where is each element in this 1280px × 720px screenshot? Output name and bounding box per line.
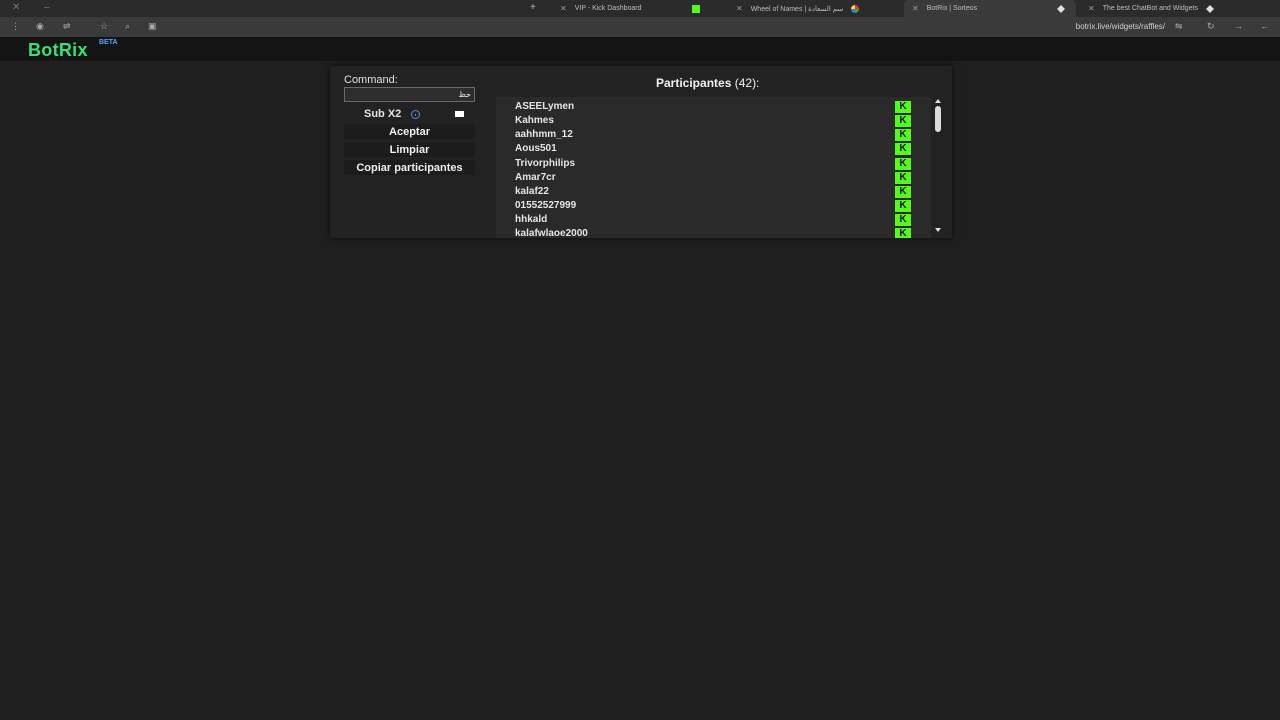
- list-item: Trivorphilips K: [496, 157, 916, 171]
- kick-icon: K: [895, 157, 911, 170]
- close-tab-icon[interactable]: ✕: [1088, 4, 1095, 13]
- botrix-icon: [1206, 4, 1215, 13]
- kick-icon: K: [895, 185, 911, 198]
- kick-icon: [691, 4, 700, 13]
- kick-icon: K: [895, 214, 911, 227]
- tune-icon[interactable]: ⇋: [1175, 21, 1183, 32]
- star-icon[interactable]: ☆: [100, 21, 108, 32]
- list-item: aahhmm_12 K: [496, 128, 916, 142]
- forward-icon[interactable]: →: [1234, 21, 1243, 31]
- kick-icon: K: [895, 143, 911, 156]
- sub-x2-label: Sub X2: [364, 108, 402, 120]
- close-window-icon[interactable]: ✕: [12, 2, 20, 13]
- participant-name: hhkald: [515, 214, 548, 226]
- scroll-up-icon[interactable]: [935, 99, 941, 103]
- eye-icon[interactable]: ◉: [36, 21, 44, 32]
- participant-name: Amar7cr: [515, 171, 556, 183]
- scroll-thumb[interactable]: [935, 106, 941, 132]
- screenshot-icon[interactable]: ▣: [148, 21, 157, 32]
- clear-button[interactable]: Limpiar: [344, 142, 475, 157]
- scroll-down-icon[interactable]: [935, 228, 941, 232]
- tab-wheel-of-names[interactable]: ✕ Wheel of Names | سم السعادة: [728, 0, 900, 17]
- tab-kick-dashboard[interactable]: ✕ VIP - Kick Dashboard: [552, 0, 712, 17]
- new-tab-icon[interactable]: +: [530, 2, 536, 13]
- info-icon[interactable]: [411, 110, 420, 119]
- browser-tab-bar: ✕ – + ✕ VIP - Kick Dashboard ✕ Wheel of …: [0, 0, 1280, 17]
- botrix-logo[interactable]: BotRix: [28, 40, 88, 61]
- list-item: kalafwlaoe2000 K: [496, 227, 916, 238]
- kick-icon: K: [895, 129, 911, 142]
- extensions-icon[interactable]: ⇌: [63, 21, 71, 32]
- list-item: kalaf22 K: [496, 185, 916, 199]
- zoom-icon[interactable]: ⌕: [125, 21, 130, 32]
- list-item: Amar7cr K: [496, 171, 916, 185]
- list-item: hhkald K: [496, 213, 916, 227]
- participants-heading: Participantes: [656, 76, 732, 90]
- beta-badge: BETA: [99, 39, 118, 46]
- list-item: ASEELymen K: [496, 100, 916, 114]
- participants-title: Participantes (42):: [656, 76, 759, 90]
- participant-name: 01552527999: [515, 200, 577, 212]
- list-item: Kahmes K: [496, 114, 916, 128]
- wheel-icon: [851, 4, 860, 13]
- command-label: Command:: [344, 74, 398, 86]
- menu-icon[interactable]: ⋮: [11, 21, 20, 32]
- sub-x2-checkbox[interactable]: [455, 111, 464, 117]
- close-tab-icon[interactable]: ✕: [736, 4, 743, 13]
- participant-name: aahhmm_12: [515, 129, 573, 141]
- copy-participants-button[interactable]: Copiar participantes: [344, 160, 475, 175]
- participants-list[interactable]: ASEELymen K Kahmes Kaahhmm_12 K Aous501 K Trivo…: [496, 97, 931, 238]
- reload-icon[interactable]: ↻: [1207, 21, 1215, 32]
- tab-botrix-home[interactable]: ✕ The best ChatBot and Widgets: [1080, 0, 1250, 17]
- sub-x2-option: Sub X2: [364, 108, 464, 120]
- kick-icon: K: [895, 171, 911, 184]
- participant-name: kalaf22: [515, 185, 549, 197]
- participants-count: (42):: [734, 76, 760, 90]
- list-item: Aous501 K: [496, 142, 916, 156]
- participants-scrollbar[interactable]: [933, 97, 943, 238]
- participant-name: ASEELymen: [515, 101, 575, 112]
- close-tab-icon[interactable]: ✕: [560, 4, 567, 13]
- participant-name: Kahmes: [515, 115, 554, 127]
- close-tab-icon[interactable]: ✕: [912, 4, 919, 13]
- address-bar: ⋮ ◉ ⇌ ☆ ⌕ ▣ botrix.live/widgets/raffles/…: [0, 17, 1280, 37]
- url-field[interactable]: botrix.live/widgets/raffles/: [1076, 22, 1165, 31]
- tab-title: BotRix | Sorteos: [926, 5, 978, 12]
- kick-icon: K: [895, 115, 911, 128]
- kick-icon: K: [895, 228, 911, 238]
- kick-icon: K: [895, 200, 911, 213]
- app-header: BotRix BETA: [0, 37, 1280, 61]
- tab-title: The best ChatBot and Widgets: [1102, 5, 1199, 12]
- back-icon[interactable]: ←: [1260, 21, 1269, 31]
- tab-botrix-sorteos[interactable]: ✕ BotRix | Sorteos: [904, 0, 1076, 17]
- list-item: 01552527999 K: [496, 199, 916, 213]
- raffle-widget: Command: Sub X2 Aceptar Limpiar Copiar p…: [330, 66, 952, 238]
- participant-name: Trivorphilips: [515, 157, 576, 169]
- botrix-icon: [1057, 4, 1066, 13]
- accept-button[interactable]: Aceptar: [344, 124, 475, 139]
- tab-title: VIP - Kick Dashboard: [574, 5, 642, 12]
- command-input[interactable]: [344, 87, 475, 102]
- participant-name: Aous501: [515, 143, 557, 155]
- kick-icon: K: [895, 101, 911, 113]
- tab-title: Wheel of Names | سم السعادة: [750, 5, 844, 13]
- minimize-window-icon[interactable]: –: [44, 2, 50, 13]
- participant-name: kalafwlaoe2000: [515, 228, 588, 238]
